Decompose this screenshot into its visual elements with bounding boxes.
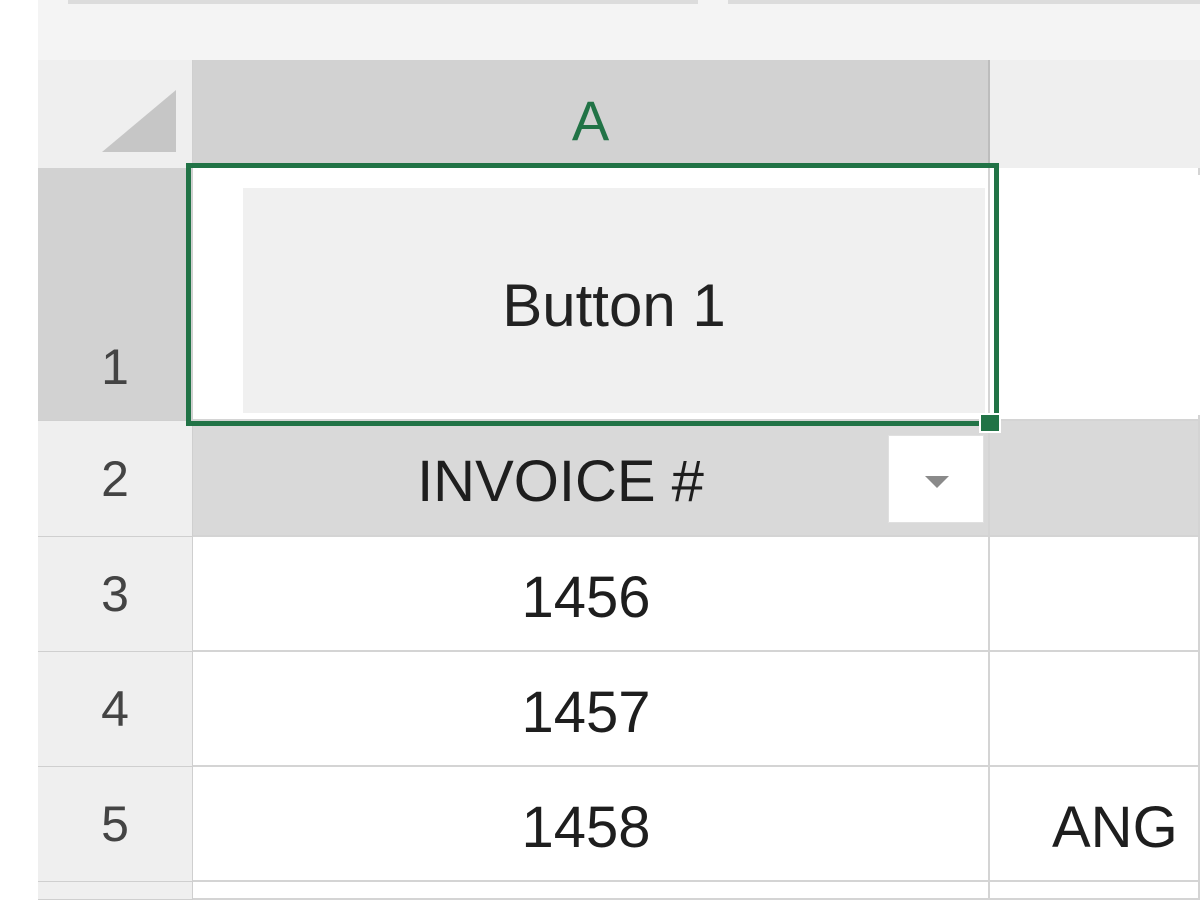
cell-a2-table-header[interactable]: INVOICE # — [193, 421, 990, 537]
cell-b1-area — [1000, 175, 1200, 415]
cell-a5-value: 1458 — [521, 795, 651, 860]
row-header-4[interactable]: 4 — [38, 652, 193, 767]
column-header-a[interactable]: A — [193, 60, 990, 168]
cell-b4[interactable] — [990, 652, 1200, 767]
formula-bar-area — [38, 0, 1200, 60]
row-header-1-label: 1 — [101, 339, 129, 395]
select-all-corner[interactable] — [38, 60, 193, 168]
cell-a4-value: 1457 — [521, 680, 651, 745]
row-header-2[interactable]: 2 — [38, 421, 193, 537]
cell-a4[interactable]: 1457 — [193, 652, 990, 767]
filter-dropdown-button[interactable] — [888, 435, 984, 523]
formula-bar-edge — [728, 0, 1200, 4]
fill-handle[interactable] — [979, 413, 1001, 433]
row-header-5[interactable]: 5 — [38, 767, 193, 882]
cell-b2-table-header[interactable] — [990, 421, 1200, 537]
filter-dropdown-icon — [925, 476, 949, 488]
cell-b5[interactable]: ANG — [990, 767, 1200, 882]
cell-a3-value: 1456 — [521, 565, 651, 630]
column-header-b[interactable] — [990, 60, 1200, 168]
select-all-triangle-icon — [102, 90, 176, 152]
cell-b6[interactable] — [990, 882, 1200, 900]
cell-b5-value: ANG — [1052, 795, 1178, 860]
row-header-6[interactable] — [38, 882, 193, 900]
cell-a5[interactable]: 1458 — [193, 767, 990, 882]
row-header-1[interactable]: 1 — [38, 168, 193, 421]
row-header-3[interactable]: 3 — [38, 537, 193, 652]
table-header-label: INVOICE # — [417, 449, 704, 514]
form-control-button[interactable]: Button 1 — [243, 188, 985, 413]
cell-a6[interactable] — [193, 882, 990, 900]
cell-b3[interactable] — [990, 537, 1200, 652]
cell-a3[interactable]: 1456 — [193, 537, 990, 652]
formula-bar-edge — [68, 0, 698, 4]
left-margin — [0, 0, 38, 900]
